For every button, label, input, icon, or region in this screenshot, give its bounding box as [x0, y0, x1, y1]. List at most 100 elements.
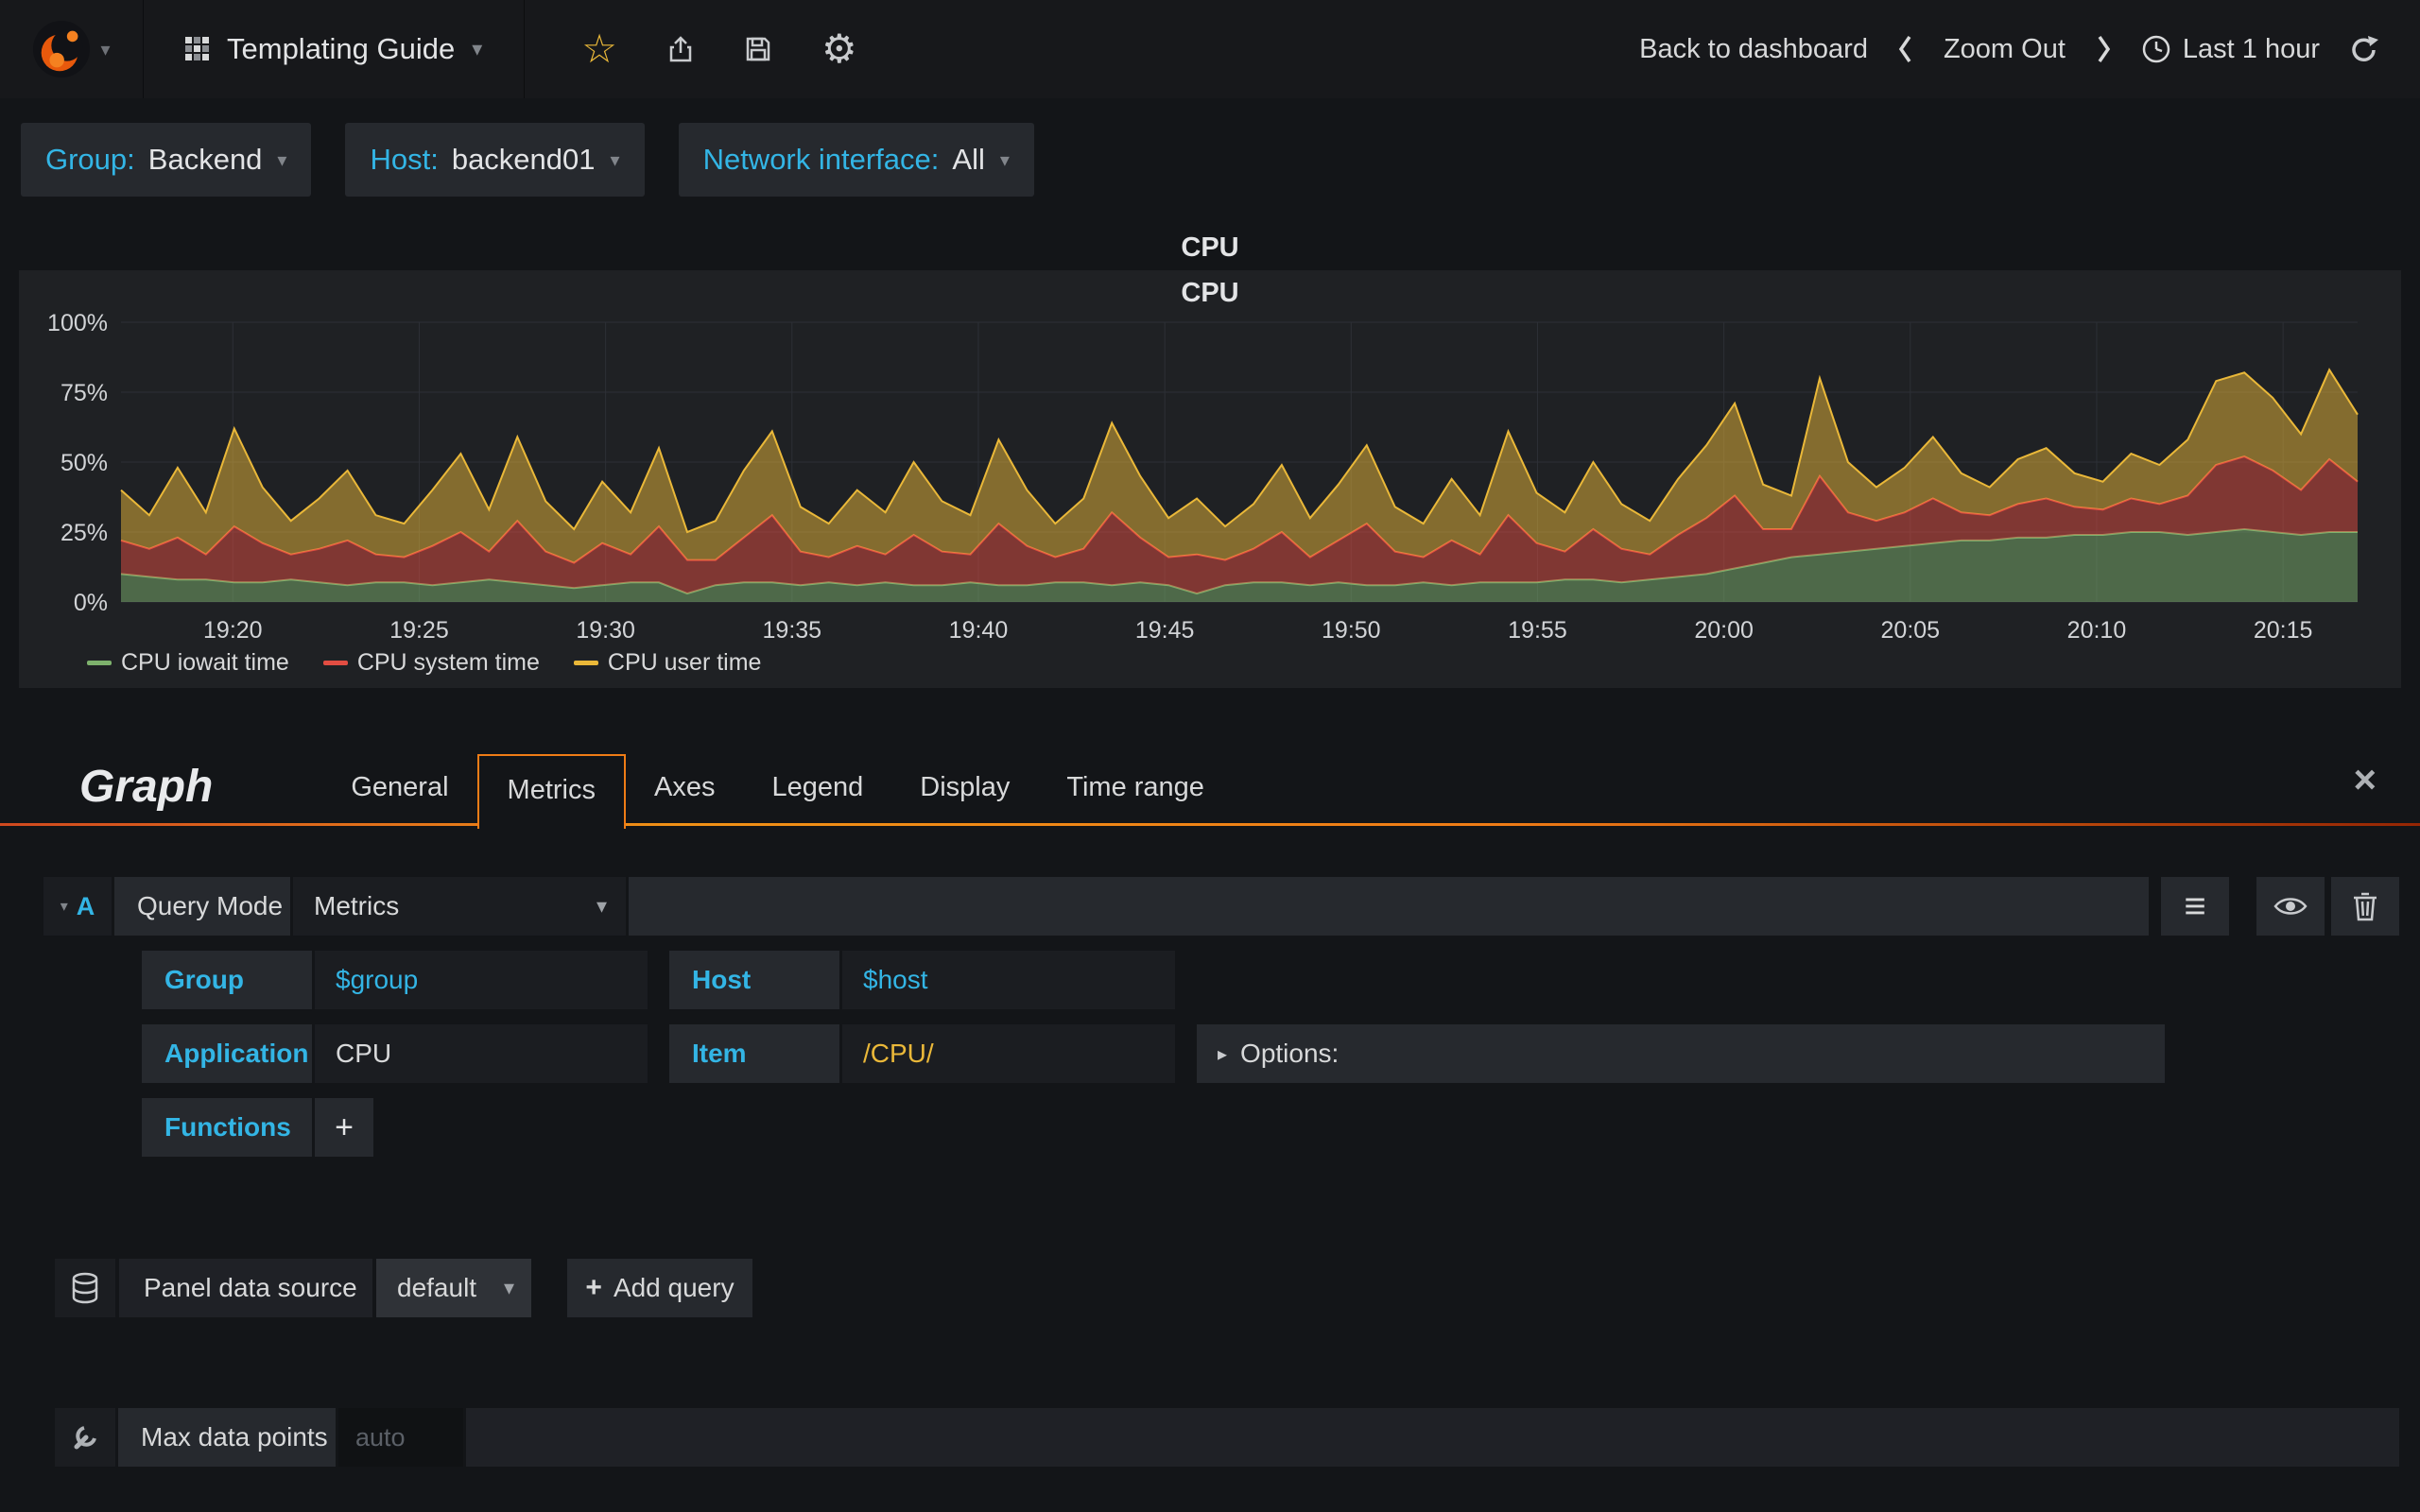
- dashboard-grid-icon: [185, 37, 209, 60]
- database-icon: [55, 1259, 115, 1317]
- query-collapse-toggle[interactable]: ▾ A: [43, 877, 112, 936]
- save-icon[interactable]: [744, 35, 772, 63]
- variable-value: backend01: [451, 143, 596, 176]
- legend-color-swatch: [87, 661, 112, 665]
- functions-label: Functions: [142, 1098, 312, 1157]
- svg-text:75%: 75%: [60, 380, 108, 406]
- star-icon[interactable]: ☆: [581, 29, 617, 69]
- zoom-out-button[interactable]: Zoom Out: [1944, 34, 2066, 65]
- field-group-value: $group: [336, 965, 419, 994]
- chevron-down-icon: ▾: [596, 894, 607, 918]
- tab-metrics[interactable]: Metrics: [476, 754, 626, 829]
- svg-text:20:10: 20:10: [2067, 617, 2127, 644]
- query-row-filler: [629, 877, 2149, 936]
- variable-netif-dropdown[interactable]: Network interface: All ▾: [678, 123, 1034, 197]
- max-data-points-label: Max data points: [118, 1408, 336, 1467]
- svg-text:19:20: 19:20: [203, 617, 263, 644]
- editor-title: Graph: [79, 762, 214, 812]
- svg-text:19:35: 19:35: [763, 617, 822, 644]
- max-data-points-input[interactable]: [338, 1408, 463, 1467]
- panel-datasource-label: Panel data source: [119, 1259, 372, 1317]
- eye-icon: [2273, 898, 2308, 915]
- dashboard-title-dropdown[interactable]: Templating Guide ▾: [144, 0, 526, 98]
- field-application-input[interactable]: CPU: [315, 1024, 648, 1083]
- grafana-app: ▾ Templating Guide ▾ ☆ ⚙ Back to dashboa…: [0, 0, 2420, 1467]
- share-icon[interactable]: [666, 35, 695, 63]
- dashboard-title: Templating Guide: [227, 32, 456, 65]
- legend-label: CPU iowait time: [121, 649, 289, 676]
- back-to-dashboard-button[interactable]: Back to dashboard: [1639, 34, 1868, 65]
- legend-item-user[interactable]: CPU user time: [573, 649, 761, 677]
- svg-text:20:00: 20:00: [1694, 617, 1754, 644]
- top-navbar: ▾ Templating Guide ▾ ☆ ⚙ Back to dashboa…: [0, 0, 2420, 98]
- editor-tabs: General Metrics Axes Legend Display Time…: [322, 754, 1233, 829]
- legend-label: CPU system time: [356, 649, 540, 676]
- variable-host-dropdown[interactable]: Host: backend01 ▾: [345, 123, 645, 197]
- trash-icon: [2354, 892, 2377, 921]
- tab-axes[interactable]: Axes: [626, 772, 743, 826]
- time-shift-forward-chevron-icon[interactable]: [2094, 32, 2113, 66]
- query-field-row: Group $group Host $host: [142, 951, 2399, 1009]
- query-menu-button[interactable]: ≡: [2161, 877, 2229, 936]
- query-delete-button[interactable]: [2331, 877, 2399, 936]
- variable-label: Network interface:: [702, 143, 940, 176]
- grafana-logo-icon: [33, 20, 91, 78]
- clock-icon: [2142, 35, 2170, 63]
- query-mode-select[interactable]: Metrics ▾: [293, 877, 626, 936]
- datasource-value: default: [397, 1273, 477, 1302]
- cpu-graph-panel: CPU 0% 25% 50% 75% 100% 19:20 19:25 19:30 19:35 1…: [19, 270, 2401, 688]
- close-icon[interactable]: ×: [2353, 760, 2377, 799]
- field-application-value: CPU: [336, 1039, 392, 1068]
- svg-text:19:55: 19:55: [1508, 617, 1567, 644]
- add-function-button[interactable]: +: [315, 1098, 373, 1157]
- query-mode-value: Metrics: [314, 891, 400, 920]
- tab-general[interactable]: General: [322, 772, 476, 826]
- legend-item-iowait[interactable]: CPU iowait time: [87, 649, 289, 677]
- tab-time-range[interactable]: Time range: [1038, 772, 1233, 826]
- datasource-select[interactable]: default ▾: [376, 1259, 531, 1317]
- field-host-label: Host: [669, 951, 839, 1009]
- svg-text:19:45: 19:45: [1135, 617, 1195, 644]
- options-label: Options:: [1240, 1039, 1340, 1068]
- query-toggle-visibility-button[interactable]: [2256, 877, 2325, 936]
- svg-text:0%: 0%: [74, 590, 108, 616]
- grafana-menu-button[interactable]: ▾: [0, 0, 144, 98]
- tab-legend[interactable]: Legend: [743, 772, 891, 826]
- time-range-label: Last 1 hour: [2182, 33, 2320, 64]
- variable-group-dropdown[interactable]: Group: Backend ▾: [21, 123, 312, 197]
- field-group-input[interactable]: $group: [315, 951, 648, 1009]
- chevron-right-icon: ▸: [1218, 1043, 1228, 1065]
- chart-legend: CPU iowait time CPU system time CPU user…: [87, 649, 2394, 677]
- field-item-input[interactable]: /CPU/: [842, 1024, 1175, 1083]
- add-query-label: Add query: [613, 1273, 735, 1302]
- plus-icon: +: [585, 1272, 602, 1303]
- field-item-label: Item: [669, 1024, 839, 1083]
- chart-title: CPU: [1181, 278, 1239, 308]
- field-host-input[interactable]: $host: [842, 951, 1175, 1009]
- variable-value: All: [952, 143, 985, 176]
- options-toggle[interactable]: ▸ Options:: [1197, 1024, 2165, 1083]
- time-range-picker[interactable]: Last 1 hour: [2141, 34, 2320, 65]
- svg-text:19:30: 19:30: [576, 617, 635, 644]
- wrench-icon: [55, 1408, 115, 1467]
- time-shift-back-chevron-icon[interactable]: [1896, 32, 1915, 66]
- tab-display[interactable]: Display: [891, 772, 1038, 826]
- query-mode-label: Query Mode: [114, 877, 290, 936]
- panel-title[interactable]: CPU: [19, 225, 2401, 270]
- chevron-down-icon: ▾: [472, 37, 483, 60]
- refresh-icon[interactable]: [2348, 33, 2380, 65]
- add-query-button[interactable]: + Add query: [567, 1259, 752, 1317]
- settings-gear-icon[interactable]: ⚙: [821, 29, 857, 69]
- variable-label: Host:: [370, 143, 439, 176]
- svg-text:25%: 25%: [60, 520, 108, 546]
- chevron-down-icon: ▾: [100, 39, 111, 60]
- svg-text:20:05: 20:05: [1881, 617, 1941, 644]
- query-ref-letter: A: [76, 891, 95, 920]
- field-host-value: $host: [863, 965, 928, 994]
- cpu-stacked-area-chart[interactable]: 0% 25% 50% 75% 100% 19:20 19:25 19:30 19:35 19:40…: [30, 309, 2390, 645]
- variable-label: Group:: [45, 143, 135, 176]
- svg-text:19:25: 19:25: [389, 617, 449, 644]
- legend-item-system[interactable]: CPU system time: [322, 649, 540, 677]
- row-filler: [466, 1408, 2399, 1467]
- panel-editor: Graph General Metrics Axes Legend Displa…: [0, 739, 2420, 1467]
